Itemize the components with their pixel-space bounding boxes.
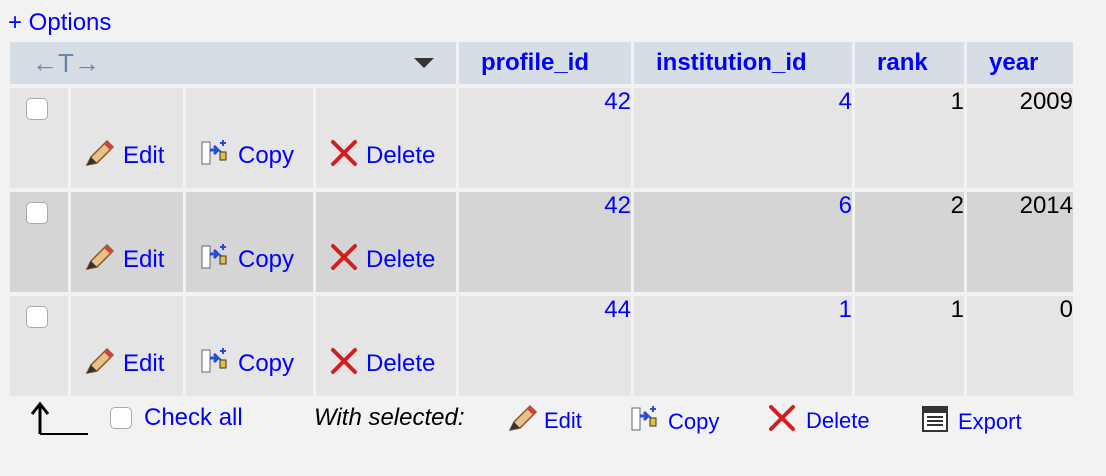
pencil-icon bbox=[83, 139, 115, 174]
copy-icon bbox=[200, 346, 230, 383]
row-delete-button[interactable]: Delete bbox=[316, 192, 456, 292]
options-toggle[interactable]: + Options bbox=[8, 9, 111, 37]
table-row: Edit Copy Delete 42 4 1 2009 bbox=[10, 88, 1073, 188]
pencil-icon bbox=[506, 404, 538, 438]
cell-institution-id[interactable]: 4 bbox=[634, 88, 852, 188]
row-delete-button[interactable]: Delete bbox=[316, 296, 456, 396]
row-checkbox[interactable] bbox=[26, 202, 48, 224]
cell-rank[interactable]: 1 bbox=[855, 88, 964, 188]
copy-icon bbox=[630, 404, 660, 440]
row-checkbox[interactable] bbox=[26, 98, 48, 120]
cell-profile-id[interactable]: 42 bbox=[459, 192, 631, 292]
column-header-year[interactable]: year bbox=[967, 42, 1073, 84]
column-header-rank[interactable]: rank bbox=[855, 42, 964, 84]
delete-x-icon bbox=[330, 139, 358, 174]
cell-institution-id[interactable]: 6 bbox=[634, 192, 852, 292]
bulk-edit-button[interactable]: Edit bbox=[506, 404, 582, 438]
cell-profile-id[interactable]: 42 bbox=[459, 88, 631, 188]
cell-year[interactable]: 0 bbox=[967, 296, 1073, 396]
column-resize-header[interactable]: ←T→ bbox=[10, 42, 456, 84]
select-arrow-icon bbox=[30, 400, 92, 436]
sort-dropdown-icon[interactable] bbox=[414, 58, 434, 68]
check-all-control[interactable]: Check all bbox=[110, 404, 243, 432]
pencil-icon bbox=[83, 243, 115, 278]
copy-icon bbox=[200, 138, 230, 175]
row-delete-button[interactable]: Delete bbox=[316, 88, 456, 188]
cell-rank[interactable]: 1 bbox=[855, 296, 964, 396]
bulk-delete-button[interactable]: Delete bbox=[768, 404, 870, 438]
delete-x-icon bbox=[768, 404, 796, 438]
row-edit-button[interactable]: Edit bbox=[71, 296, 183, 396]
row-copy-button[interactable]: Copy bbox=[186, 88, 313, 188]
bulk-copy-button[interactable]: Copy bbox=[630, 404, 719, 440]
delete-x-icon bbox=[330, 347, 358, 382]
delete-x-icon bbox=[330, 243, 358, 278]
row-edit-button[interactable]: Edit bbox=[71, 88, 183, 188]
cell-year[interactable]: 2014 bbox=[967, 192, 1073, 292]
export-icon bbox=[920, 404, 950, 440]
with-selected-label: With selected: bbox=[314, 404, 465, 431]
table-header-row: ←T→ profile_id institution_id rank year bbox=[10, 42, 1073, 84]
table-row: Edit Copy Delete 42 6 2 2014 bbox=[10, 192, 1073, 292]
cell-year[interactable]: 2009 bbox=[967, 88, 1073, 188]
pencil-icon bbox=[83, 347, 115, 382]
row-copy-button[interactable]: Copy bbox=[186, 296, 313, 396]
table-row: Edit Copy Delete 44 1 1 0 bbox=[10, 296, 1073, 396]
cell-profile-id[interactable]: 44 bbox=[459, 296, 631, 396]
cell-institution-id[interactable]: 1 bbox=[634, 296, 852, 396]
row-edit-button[interactable]: Edit bbox=[71, 192, 183, 292]
column-header-institution-id[interactable]: institution_id bbox=[634, 42, 852, 84]
check-all-label[interactable]: Check all bbox=[144, 404, 243, 432]
options-link[interactable]: + Options bbox=[8, 9, 111, 36]
row-checkbox[interactable] bbox=[26, 306, 48, 328]
column-header-profile-id[interactable]: profile_id bbox=[459, 42, 631, 84]
column-arrows-icon[interactable]: ←T→ bbox=[32, 48, 100, 79]
bulk-actions-bar: Check all With selected: Edit Copy Delet… bbox=[0, 396, 1106, 446]
row-copy-button[interactable]: Copy bbox=[186, 192, 313, 292]
copy-icon bbox=[200, 242, 230, 279]
bulk-export-button[interactable]: Export bbox=[920, 404, 1022, 440]
check-all-checkbox[interactable] bbox=[110, 407, 132, 429]
cell-rank[interactable]: 2 bbox=[855, 192, 964, 292]
results-table: ←T→ profile_id institution_id rank year … bbox=[7, 42, 1076, 396]
